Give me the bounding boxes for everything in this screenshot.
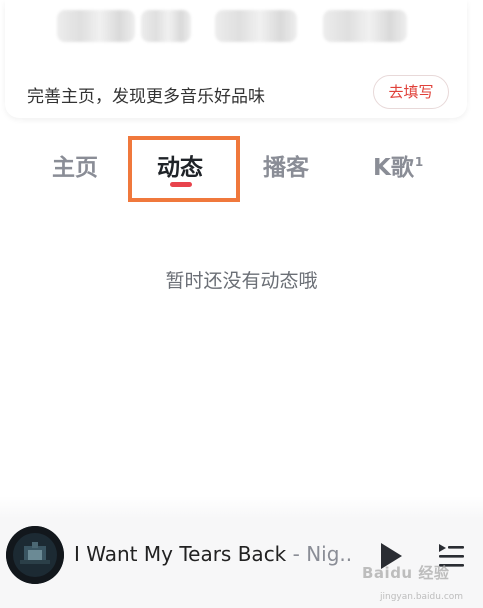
annotation-highlight-box	[128, 136, 240, 202]
album-art-image	[6, 526, 64, 584]
empty-feed-message: 暂时还没有动态哦	[165, 270, 318, 292]
tab-label: K歌	[373, 155, 414, 181]
blurred-stat	[57, 10, 135, 42]
profile-completion-prompt: 完善主页，发现更多音乐好品味	[27, 87, 265, 107]
album-art[interactable]	[6, 526, 64, 584]
blurred-stat	[215, 10, 297, 42]
watermark: Baidu 经验	[362, 564, 450, 582]
tab-badge: 1	[414, 155, 424, 170]
blurred-stats-row	[5, 10, 467, 44]
song-artist: - Nig...	[292, 542, 350, 566]
tab-podcast[interactable]: 播客	[263, 148, 309, 182]
watermark-url: jingyan.baidu.com	[380, 592, 464, 602]
tab-label: 播客	[263, 155, 309, 181]
now-playing[interactable]: I Want My Tears Back - Nig...	[74, 542, 350, 566]
tab-label: 主页	[52, 155, 98, 181]
song-title: I Want My Tears Back	[74, 542, 287, 566]
blurred-stat	[323, 10, 407, 42]
tab-home[interactable]: 主页	[52, 148, 98, 182]
profile-card: 完善主页，发现更多音乐好品味 去填写	[5, 0, 467, 118]
fill-in-button[interactable]: 去填写	[373, 75, 449, 109]
tab-karaoke[interactable]: K歌1	[373, 148, 423, 182]
blurred-stat	[141, 10, 191, 42]
